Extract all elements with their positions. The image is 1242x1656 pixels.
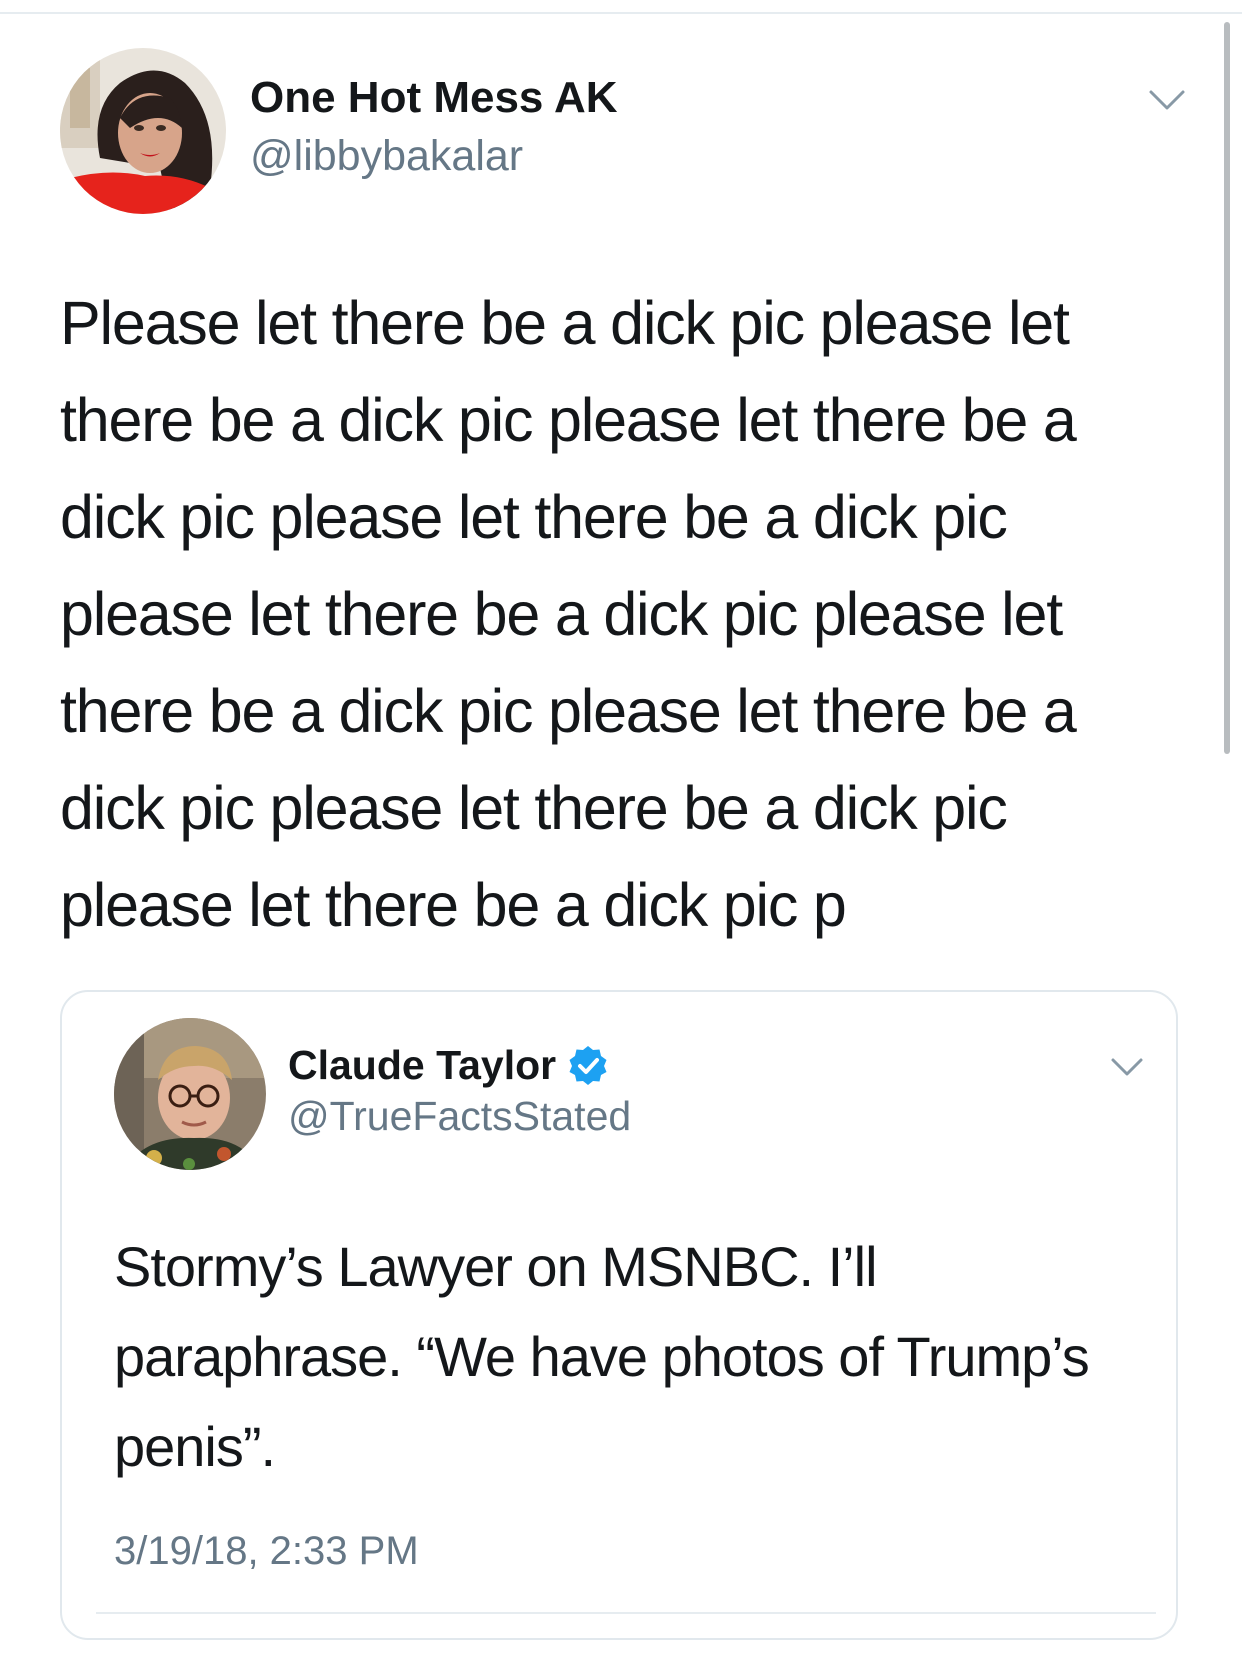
chevron-down-icon[interactable] [1110, 1056, 1144, 1078]
quoted-author-handle[interactable]: @TrueFactsStated [288, 1090, 631, 1142]
quoted-tweet-divider [96, 1612, 1156, 1614]
scrollbar[interactable] [1224, 22, 1230, 754]
quoted-tweet-text: Stormy’s Lawyer on MSNBC. I’ll paraphras… [114, 1235, 1090, 1478]
quoted-author-name-row: Claude Taylor [288, 1040, 608, 1090]
chevron-down-icon[interactable] [1148, 88, 1186, 112]
quoted-tweet-timestamp[interactable]: 3/19/18, 2:33 PM [114, 1524, 419, 1578]
quoted-author-avatar[interactable] [114, 1018, 266, 1170]
author-handle[interactable]: @libbybakalar [250, 128, 523, 184]
quoted-author-display-name[interactable]: Claude Taylor [288, 1042, 556, 1089]
tweet-text: Please let there be a dick pic please le… [60, 289, 1077, 939]
author-avatar[interactable] [60, 48, 226, 214]
author-display-name[interactable]: One Hot Mess AK [250, 70, 618, 126]
top-divider [0, 12, 1242, 14]
verified-badge-icon [568, 1045, 608, 1085]
